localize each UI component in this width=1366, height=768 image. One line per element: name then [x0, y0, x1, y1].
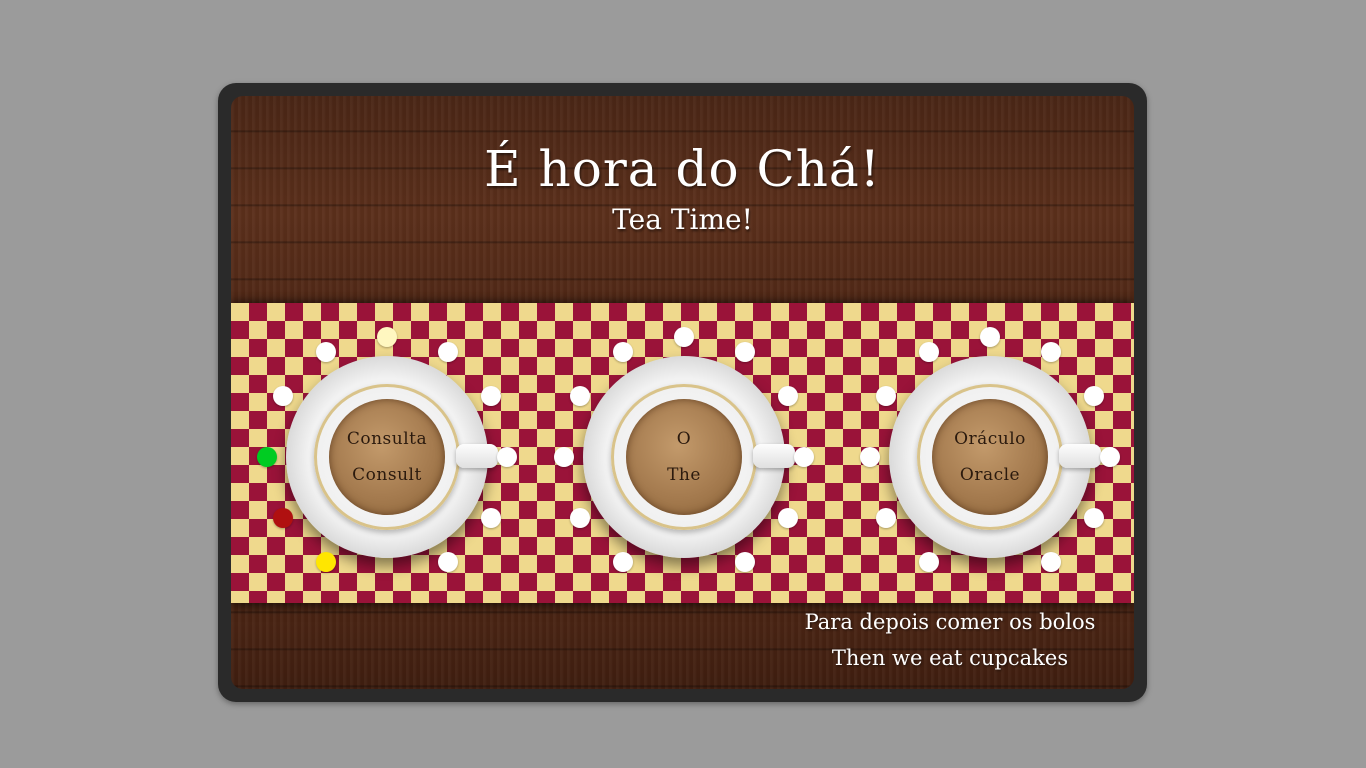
status-dot-red: [273, 508, 293, 528]
cup-handle: [1059, 444, 1101, 468]
cup-label-secondary: Consult: [352, 465, 422, 485]
ring-dot: [919, 342, 939, 362]
tea-surface: Oráculo Oracle: [932, 399, 1048, 515]
ring-dot: [570, 386, 590, 406]
ring-dot: [919, 552, 939, 572]
ring-dot: [438, 342, 458, 362]
cup-label-primary: Consulta: [346, 429, 428, 449]
status-dot-yellow: [316, 552, 336, 572]
cup-the[interactable]: O The: [583, 356, 795, 558]
page-subtitle: Tea Time!: [612, 203, 753, 236]
ring-dot: [1041, 552, 1061, 572]
ring-dot: [1100, 447, 1120, 467]
cup-consult[interactable]: Consulta Consult: [286, 356, 498, 558]
wooden-board: É hora do Chá! Tea Time! Consulta Consul…: [231, 96, 1134, 689]
cup-handle: [456, 444, 498, 468]
ring-dot: [613, 342, 633, 362]
page-title: É hora do Chá!: [484, 140, 881, 198]
ring-dot: [554, 447, 574, 467]
ring-dot: [794, 447, 814, 467]
ring-dot: [980, 327, 1000, 347]
ring-dot: [316, 342, 336, 362]
ring-dot: [438, 552, 458, 572]
ring-dot: [876, 508, 896, 528]
ring-dot: [1084, 386, 1104, 406]
checkered-table-runner: Consulta Consult O The Oráculo Oracle: [231, 303, 1134, 603]
ring-dot: [674, 327, 694, 347]
footer-line-en: Then we eat cupcakes: [831, 646, 1069, 670]
tea-surface: O The: [626, 399, 742, 515]
ring-dot: [735, 342, 755, 362]
cup-label-primary: O: [676, 429, 692, 449]
status-dot-cream: [377, 327, 397, 347]
status-dot-green: [257, 447, 277, 467]
ring-dot: [273, 386, 293, 406]
ring-dot: [778, 508, 798, 528]
ring-dot: [876, 386, 896, 406]
ring-dot: [481, 508, 501, 528]
ring-dot: [860, 447, 880, 467]
cup-label-secondary: Oracle: [959, 465, 1021, 485]
cup-label-primary: Oráculo: [954, 429, 1026, 449]
cup-handle: [753, 444, 795, 468]
ring-dot: [1084, 508, 1104, 528]
ring-dot: [570, 508, 590, 528]
tea-surface: Consulta Consult: [329, 399, 445, 515]
ring-dot: [1041, 342, 1061, 362]
ring-dot: [613, 552, 633, 572]
ring-dot: [735, 552, 755, 572]
cup-oracle[interactable]: Oráculo Oracle: [889, 356, 1101, 558]
ring-dot: [778, 386, 798, 406]
footer-line-pt: Para depois comer os bolos: [804, 610, 1096, 634]
ring-dot: [481, 386, 501, 406]
cup-label-secondary: The: [667, 465, 701, 485]
ring-dot: [497, 447, 517, 467]
